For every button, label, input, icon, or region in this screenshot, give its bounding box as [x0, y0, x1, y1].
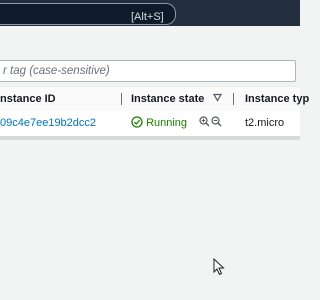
mouse-cursor-icon: [213, 258, 225, 276]
global-search-box[interactable]: [Alt+S]: [0, 3, 176, 25]
content-area: [0, 140, 300, 300]
top-navigation-bar: [Alt+S]: [0, 0, 300, 26]
instance-state-label: Running: [146, 117, 188, 129]
instances-table: nstance ID Instance state Instance typ 0…: [0, 86, 309, 137]
search-shortcut-hint: [Alt+S]: [131, 11, 164, 23]
filter-instances-input[interactable]: [0, 60, 296, 82]
instance-type-cell: t2.micro: [245, 117, 285, 129]
topbar-divider: [0, 26, 300, 34]
column-header-instance-id[interactable]: nstance ID: [0, 87, 56, 111]
zoom-out-icon[interactable]: [211, 111, 222, 136]
status-check-icon: [131, 116, 143, 128]
column-resize-handle[interactable]: [121, 93, 122, 105]
column-header-instance-type[interactable]: Instance typ: [245, 87, 309, 111]
zoom-in-icon[interactable]: [199, 111, 210, 136]
table-header: nstance ID Instance state Instance typ: [0, 87, 309, 112]
sort-filter-icon[interactable]: [212, 87, 223, 111]
instance-id-link[interactable]: 09c4e7ee19b2dcc2: [0, 111, 96, 136]
instance-filter-bar: [0, 56, 300, 86]
instance-state-cell: Running: [131, 111, 187, 136]
table-row[interactable]: 09c4e7ee19b2dcc2 Running t2.micro: [0, 111, 300, 136]
column-header-instance-state[interactable]: Instance state: [131, 87, 204, 111]
column-resize-handle[interactable]: [233, 93, 234, 105]
